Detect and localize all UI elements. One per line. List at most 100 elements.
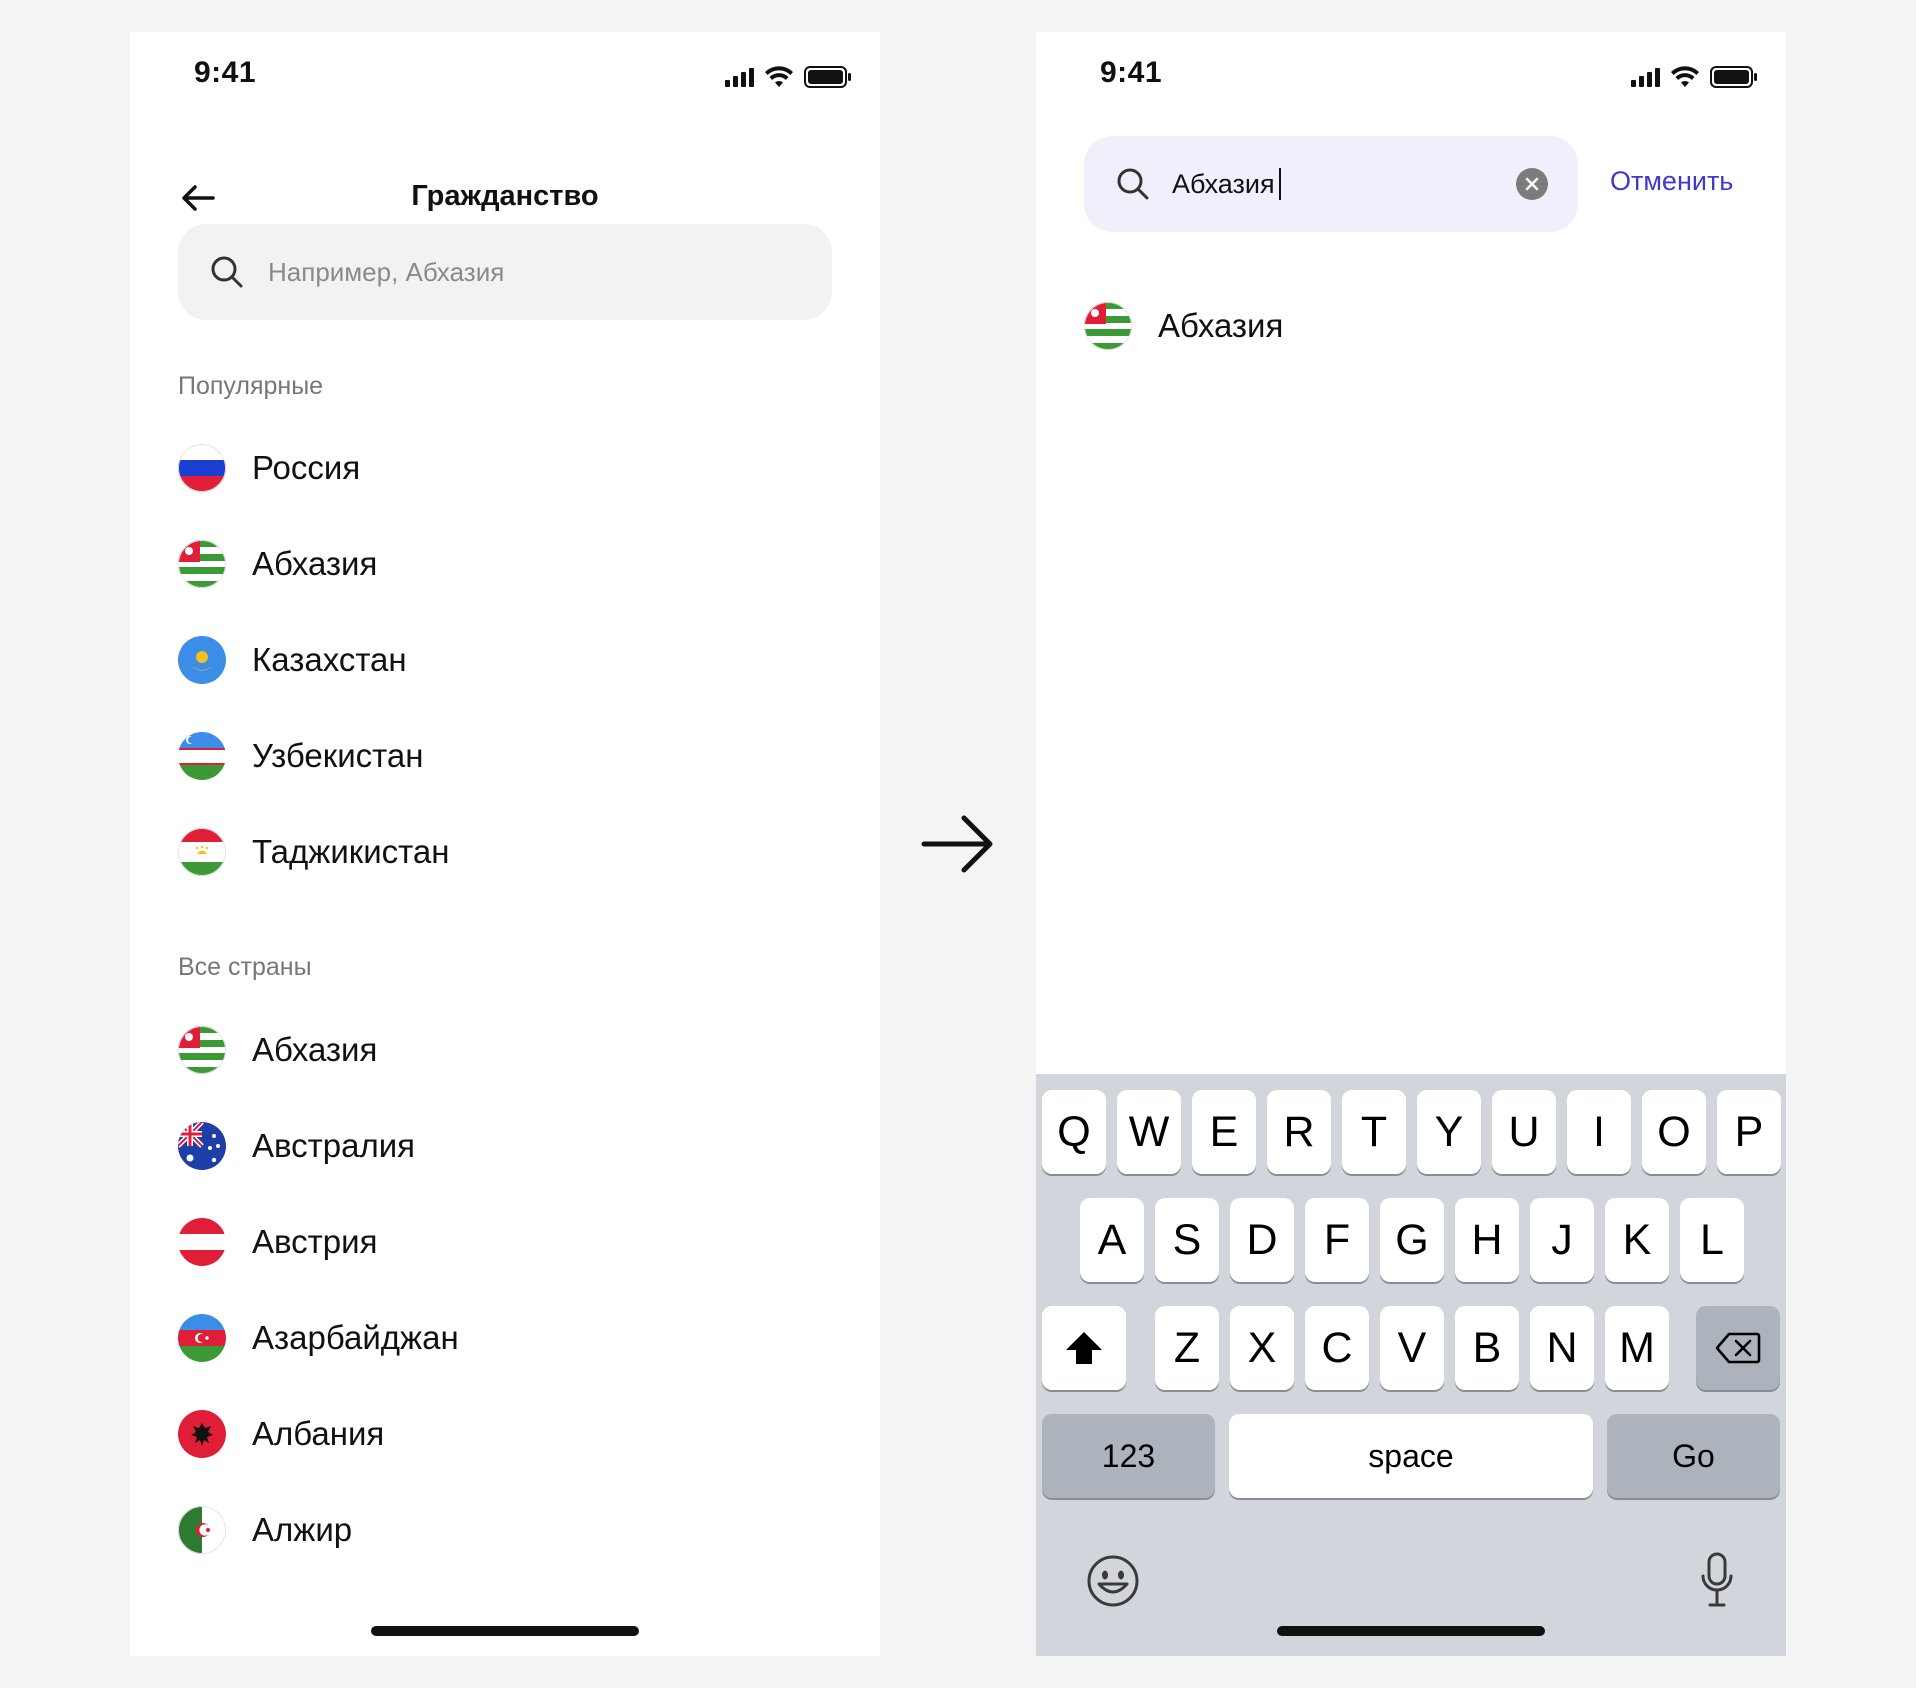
key-p[interactable]: P (1717, 1090, 1781, 1174)
on-screen-keyboard: Q W E R T Y U I O P A S D F G H J K L Z … (1036, 1074, 1786, 1656)
key-w[interactable]: W (1117, 1090, 1181, 1174)
algeria-flag-icon (178, 1506, 226, 1554)
space-key[interactable]: space (1229, 1414, 1593, 1498)
key-j[interactable]: J (1530, 1198, 1594, 1282)
key-r[interactable]: R (1267, 1090, 1331, 1174)
list-item-kazakhstan[interactable]: Казахстан (178, 612, 832, 708)
uzbekistan-flag-icon (178, 732, 226, 780)
home-indicator (371, 1626, 639, 1636)
all-countries-list: Абхазия Австралия Австрия Азарбайджан Ал… (178, 1002, 832, 1578)
backspace-icon (1715, 1332, 1761, 1364)
key-i[interactable]: I (1567, 1090, 1631, 1174)
search-results-list: Абхазия (1084, 278, 1738, 374)
list-item-algeria[interactable]: Алжир (178, 1482, 832, 1578)
key-d[interactable]: D (1230, 1198, 1294, 1282)
citizenship-screen: 9:41 Гражданство Например, Абхазия Попул… (130, 32, 880, 1656)
battery-icon (804, 66, 851, 88)
abkhazia-flag-icon (178, 540, 226, 588)
page-title: Гражданство (411, 180, 599, 212)
key-k[interactable]: K (1605, 1198, 1669, 1282)
list-item-label: Австралия (252, 1127, 416, 1164)
clear-search-button[interactable] (1516, 168, 1548, 200)
key-a[interactable]: A (1080, 1198, 1144, 1282)
key-b[interactable]: B (1455, 1306, 1519, 1390)
popular-list: Россия Абхазия Казахстан Узбекистан Тадж… (178, 420, 832, 900)
key-c[interactable]: C (1305, 1306, 1369, 1390)
shift-key[interactable] (1042, 1306, 1126, 1390)
emoji-icon[interactable] (1086, 1554, 1140, 1608)
list-item-austria[interactable]: Австрия (178, 1194, 832, 1290)
home-indicator (1277, 1626, 1545, 1636)
numbers-key[interactable]: 123 (1042, 1414, 1215, 1498)
tajikistan-flag-icon (178, 828, 226, 876)
list-item-label: Казахстан (252, 641, 407, 678)
key-n[interactable]: N (1530, 1306, 1594, 1390)
key-h[interactable]: H (1455, 1198, 1519, 1282)
status-icons (725, 66, 852, 88)
list-item-label: Таджикистан (252, 833, 450, 870)
go-key[interactable]: Go (1607, 1414, 1780, 1498)
list-item-label: Австрия (252, 1223, 378, 1260)
key-u[interactable]: U (1492, 1090, 1556, 1174)
cancel-button[interactable]: Отменить (1610, 166, 1733, 197)
all-countries-section-label: Все страны (178, 953, 312, 981)
key-t[interactable]: T (1342, 1090, 1406, 1174)
status-bar: 9:41 (130, 32, 880, 122)
popular-section-label: Популярные (178, 372, 324, 400)
search-bar-active[interactable]: Абхазия (1084, 136, 1578, 232)
key-l[interactable]: L (1680, 1198, 1744, 1282)
search-query-text: Абхазия (1172, 168, 1275, 199)
list-item-tajikistan[interactable]: Таджикистан (178, 804, 832, 900)
key-o[interactable]: O (1642, 1090, 1706, 1174)
abkhazia-flag-icon (178, 1026, 226, 1074)
abkhazia-flag-icon (1084, 302, 1132, 350)
key-v[interactable]: V (1380, 1306, 1444, 1390)
list-item-azerbaijan[interactable]: Азарбайджан (178, 1290, 832, 1386)
search-bar[interactable] (178, 224, 832, 320)
list-item-label: Алжир (252, 1511, 353, 1548)
status-icons (1631, 66, 1758, 88)
key-f[interactable]: F (1305, 1198, 1369, 1282)
key-q[interactable]: Q (1042, 1090, 1106, 1174)
list-item-albania[interactable]: Албания (178, 1386, 832, 1482)
search-input[interactable]: Абхазия (1172, 168, 1281, 200)
list-item-australia[interactable]: Австралия (178, 1098, 832, 1194)
search-icon (211, 256, 243, 288)
arrow-right-icon (921, 815, 993, 873)
key-g[interactable]: G (1380, 1198, 1444, 1282)
azerbaijan-flag-icon (178, 1314, 226, 1362)
key-e[interactable]: E (1192, 1090, 1256, 1174)
search-results-screen: 9:41 Абхазия Отменить Абхазия Q W E R T … (1036, 32, 1786, 1656)
kazakhstan-flag-icon (178, 636, 226, 684)
list-item-abkhazia[interactable]: Абхазия (178, 1002, 832, 1098)
text-cursor (1278, 168, 1281, 200)
cellular-signal-icon (1631, 67, 1660, 87)
key-y[interactable]: Y (1417, 1090, 1481, 1174)
cellular-signal-icon (725, 67, 754, 87)
search-input[interactable] (268, 256, 788, 288)
list-item-label: Албания (252, 1415, 385, 1452)
key-s[interactable]: S (1155, 1198, 1219, 1282)
list-item-label: Россия (252, 449, 361, 486)
backspace-key[interactable] (1696, 1306, 1780, 1390)
list-item-label: Узбекистан (252, 737, 424, 774)
shift-icon (1066, 1332, 1102, 1364)
close-icon (1525, 177, 1539, 191)
wifi-icon (765, 66, 793, 87)
list-item-russia[interactable]: Россия (178, 420, 832, 516)
albania-flag-icon (178, 1410, 226, 1458)
list-item-abkhazia[interactable]: Абхазия (1084, 278, 1738, 374)
key-m[interactable]: M (1605, 1306, 1669, 1390)
australia-flag-icon (178, 1122, 226, 1170)
list-item-label: Абхазия (252, 1031, 378, 1068)
key-z[interactable]: Z (1155, 1306, 1219, 1390)
key-x[interactable]: X (1230, 1306, 1294, 1390)
list-item-abkhazia[interactable]: Абхазия (178, 516, 832, 612)
list-item-label: Азарбайджан (252, 1319, 459, 1356)
russia-flag-icon (178, 444, 226, 492)
list-item-uzbekistan[interactable]: Узбекистан (178, 708, 832, 804)
status-time: 9:41 (194, 56, 257, 89)
microphone-icon[interactable] (1700, 1552, 1734, 1608)
list-item-label: Абхазия (252, 545, 378, 582)
status-bar: 9:41 (1036, 32, 1786, 122)
